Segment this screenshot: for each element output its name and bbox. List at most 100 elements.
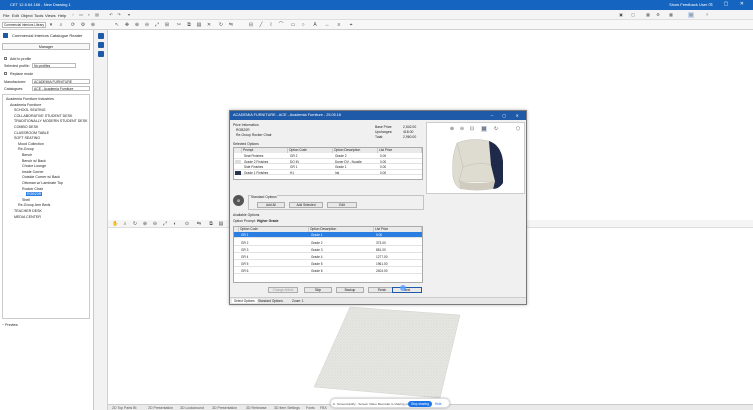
view-tab[interactable]: FBX (320, 406, 327, 410)
tree-item[interactable]: Mood Collection (18, 142, 44, 146)
tree-item[interactable]: Inside Corner (22, 170, 44, 174)
table-row[interactable]: Grade 1 Finishes H1 Ink 0.00 (234, 170, 422, 176)
table-row[interactable]: GR 6 Grade 6 2404.00 (234, 268, 422, 274)
tree-item[interactable]: Outside Corner w/ Back (22, 175, 60, 179)
paste-icon[interactable]: ▤ (218, 221, 224, 227)
undo-icon[interactable]: ↶ (108, 12, 114, 18)
library-select[interactable]: Commercial Interiors Library (2, 22, 46, 28)
view-tab[interactable]: 3D Rehearse (246, 406, 267, 410)
tree-item[interactable]: COMBO DESK (14, 125, 38, 129)
circle-icon[interactable]: ○ (300, 22, 306, 28)
align-icon[interactable]: ⊟ (248, 22, 254, 28)
rotate-view-icon[interactable]: ↻ (132, 221, 138, 227)
tree-item[interactable]: Shell (22, 198, 30, 202)
selected-profile-select[interactable]: No profiles (32, 63, 76, 68)
dialog-window-controls[interactable]: – ▢ ✕ (491, 113, 523, 118)
polyline-icon[interactable]: ⌇ (268, 22, 274, 28)
layers-tab-icon[interactable] (98, 51, 104, 57)
search-icon[interactable]: ⌕ (58, 22, 64, 28)
change-article-button[interactable]: Change Article (268, 287, 298, 293)
tree-item[interactable]: TRADITIONALLY MODERN STUDENT DESK (14, 119, 87, 123)
add-to-profile-checkbox[interactable] (4, 57, 7, 60)
view-tab[interactable]: 3D Item Settings (274, 406, 300, 410)
settings-icon[interactable]: ⚙ (80, 22, 86, 28)
window-controls[interactable]: – ▢ ✕ (710, 1, 749, 7)
dropdown-icon[interactable]: ▾ (126, 12, 132, 18)
print-icon[interactable]: ▤ (94, 12, 100, 18)
tree-item[interactable]: Academia Furniture Industries (6, 97, 54, 101)
snap-icon[interactable]: ⌖ (348, 22, 354, 28)
zoom-in-icon[interactable]: ⊕ (142, 221, 148, 227)
rotate-icon[interactable]: ↻ (493, 126, 499, 132)
table-row[interactable]: GR 4 Grade 4 1277.00 (234, 254, 422, 260)
view-tab[interactable]: 2D Presentation (148, 406, 173, 410)
manufacturer-select[interactable]: ACADEMIA FURNITURE (32, 79, 90, 84)
table-row[interactable]: GR 5 Grade 5 1961.00 (234, 261, 422, 267)
tree-item[interactable]: CLASSROOM TABLE (14, 131, 49, 135)
save-icon[interactable]: ▪ (86, 12, 92, 18)
menu-tools[interactable]: Tools (34, 13, 43, 18)
copy-icon[interactable]: ⧉ (208, 221, 214, 227)
table-row-selected[interactable]: GR 1 Grade 1 0.00 (234, 232, 422, 238)
menu-edit[interactable]: Edit (12, 13, 19, 18)
zoom-in-icon[interactable]: ⊕ (449, 126, 455, 132)
backup-button[interactable]: Backup (336, 287, 364, 293)
redo-icon[interactable]: ↷ (116, 12, 122, 18)
paste-icon[interactable]: ▤ (196, 22, 202, 28)
settings-icon[interactable]: ⚙ (655, 12, 661, 18)
rect-icon[interactable]: ▭ (290, 22, 296, 28)
tree-item[interactable]: Academia Furniture (10, 103, 41, 107)
window-icon[interactable]: ▢ (630, 12, 636, 18)
help-icon[interactable]: ? (704, 12, 710, 18)
replace-mode-checkbox[interactable] (4, 72, 7, 75)
select-icon[interactable]: ↖ (114, 22, 120, 28)
product-preview[interactable]: ⊕ ⊖ ⊡ ▦ ↻ ⬡ (426, 122, 525, 194)
view-cube-icon[interactable]: ⬡ (515, 126, 521, 132)
add-selected-button[interactable]: Add Selected (289, 202, 323, 208)
cut-icon[interactable]: ✂ (176, 22, 182, 28)
zoom-out-icon[interactable]: ⊖ (152, 221, 158, 227)
tree-item[interactable]: COLLABORATIVE STUDENT DESK (14, 114, 72, 118)
mirror-icon[interactable]: ⇋ (228, 22, 234, 28)
table-row[interactable]: GR 3 Grade 3 851.00 (234, 247, 422, 253)
open-icon[interactable]: ▭ (78, 12, 84, 18)
tree-item[interactable]: SOFT SEATING (14, 136, 40, 140)
zoom-out-icon[interactable]: ⊖ (144, 22, 150, 28)
catalogues-select[interactable]: ACE - Academia Furniture (32, 86, 90, 91)
table-row[interactable]: GR 2 Grade 2 373.00 (234, 240, 422, 246)
grid-icon[interactable]: ▦ (668, 12, 674, 18)
zoom-in-icon[interactable]: ⊕ (134, 22, 140, 28)
tab-select-options[interactable]: Select Options (232, 299, 257, 303)
camera-icon[interactable]: ⊙ (184, 221, 190, 227)
tree-item[interactable]: Rocker Chair (22, 187, 43, 191)
tree-item[interactable]: Re-Group Arm Beds (18, 203, 50, 207)
tree-item[interactable]: MEDIA CENTER (14, 215, 41, 219)
fit-icon[interactable]: ⤢ (162, 221, 168, 227)
tree-item[interactable]: SCHOOL SEATING (14, 108, 46, 112)
zoom-icon[interactable]: ⌕ (122, 221, 128, 227)
tree-item[interactable]: Bench w/ Back (22, 159, 46, 163)
text-icon[interactable]: A (312, 22, 318, 28)
hand-icon[interactable]: ✋ (112, 221, 118, 227)
skip-button[interactable]: Skip (304, 287, 332, 293)
view-tab[interactable]: 2D Top Parts Bt (112, 406, 136, 410)
line-icon[interactable]: ╱ (258, 22, 264, 28)
arc-icon[interactable]: ⌒ (278, 22, 284, 28)
render-icon[interactable]: ◐ (172, 221, 178, 227)
menu-object[interactable]: Object (21, 13, 33, 18)
walk-icon[interactable]: ⇆ (196, 221, 202, 227)
refresh-icon[interactable]: ⟳ (70, 22, 76, 28)
add-all-button[interactable]: Add All (257, 202, 285, 208)
edit-button[interactable]: Edit (327, 202, 357, 208)
tree-item[interactable]: Re-Group (18, 147, 34, 151)
new-icon[interactable]: ▫ (70, 12, 76, 18)
measure-icon[interactable]: ⊞ (164, 22, 170, 28)
properties-tab-icon[interactable] (98, 42, 104, 48)
layout-icon[interactable]: ▣ (618, 12, 624, 18)
preview-label[interactable]: − Preview (2, 323, 18, 327)
tree-item[interactable]: Ottoman w/ Laminate Top (22, 181, 63, 185)
tree-item[interactable]: Bench (22, 153, 32, 157)
view-mode-icon[interactable]: ▤ (688, 12, 694, 18)
tab-standard-options[interactable]: Standard Options (258, 299, 283, 303)
next-button[interactable]: Next (392, 287, 422, 293)
